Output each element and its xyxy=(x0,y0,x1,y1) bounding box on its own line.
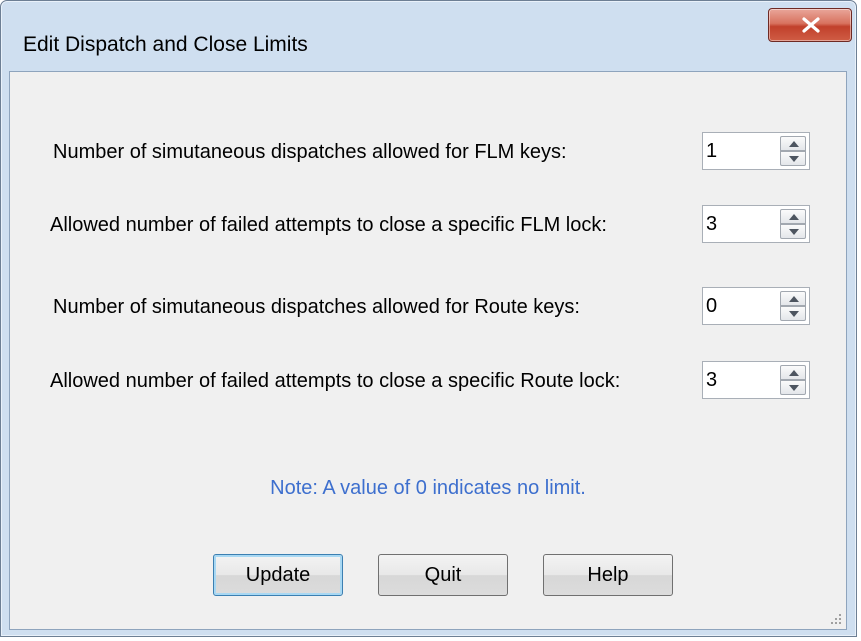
field-row-flm-dispatches: Number of simutaneous dispatches allowed… xyxy=(10,132,846,170)
arrow-up-icon xyxy=(789,370,799,376)
flm-dispatches-decrement-button[interactable] xyxy=(780,151,806,166)
route-dispatches-decrement-button[interactable] xyxy=(780,306,806,321)
route-dispatches-stepper[interactable] xyxy=(702,287,810,325)
arrow-down-icon xyxy=(789,229,799,235)
route-dispatches-input[interactable] xyxy=(706,294,766,318)
dialog-window: Edit Dispatch and Close Limits Number of… xyxy=(0,0,857,637)
flm-dispatches-input[interactable] xyxy=(706,139,766,163)
route-close-attempts-stepper[interactable] xyxy=(702,361,810,399)
route-dispatches-spin-buttons xyxy=(780,291,806,321)
dialog-content: Number of simutaneous dispatches allowed… xyxy=(9,71,847,630)
flm-close-attempts-input[interactable] xyxy=(706,212,766,236)
arrow-down-icon xyxy=(789,385,799,391)
arrow-up-icon xyxy=(789,214,799,220)
flm-close-attempts-spin-buttons xyxy=(780,209,806,239)
arrow-up-icon xyxy=(789,296,799,302)
flm-close-attempts-increment-button[interactable] xyxy=(780,209,806,224)
route-close-attempts-spin-buttons xyxy=(780,365,806,395)
close-icon xyxy=(802,17,820,33)
arrow-down-icon xyxy=(789,311,799,317)
update-button[interactable]: Update xyxy=(213,554,343,596)
flm-close-attempts-label: Allowed number of failed attempts to clo… xyxy=(50,214,607,236)
flm-close-attempts-stepper[interactable] xyxy=(702,205,810,243)
arrow-up-icon xyxy=(789,141,799,147)
field-row-flm-close-attempts: Allowed number of failed attempts to clo… xyxy=(10,205,846,243)
flm-dispatches-stepper[interactable] xyxy=(702,132,810,170)
close-button[interactable] xyxy=(768,8,852,42)
route-close-attempts-increment-button[interactable] xyxy=(780,365,806,380)
arrow-down-icon xyxy=(789,156,799,162)
help-button[interactable]: Help xyxy=(543,554,673,596)
window-title: Edit Dispatch and Close Limits xyxy=(23,33,308,56)
note-text: Note: A value of 0 indicates no limit. xyxy=(270,477,586,499)
resize-grip-icon[interactable] xyxy=(829,612,843,626)
route-dispatches-increment-button[interactable] xyxy=(780,291,806,306)
flm-close-attempts-decrement-button[interactable] xyxy=(780,224,806,239)
title-bar[interactable]: Edit Dispatch and Close Limits xyxy=(1,1,856,71)
field-row-route-close-attempts: Allowed number of failed attempts to clo… xyxy=(10,361,846,399)
route-close-attempts-decrement-button[interactable] xyxy=(780,380,806,395)
route-close-attempts-label: Allowed number of failed attempts to clo… xyxy=(50,370,621,392)
flm-dispatches-label: Number of simutaneous dispatches allowed… xyxy=(53,141,567,163)
field-row-route-dispatches: Number of simutaneous dispatches allowed… xyxy=(10,287,846,325)
route-dispatches-label: Number of simutaneous dispatches allowed… xyxy=(53,296,580,318)
flm-dispatches-spin-buttons xyxy=(780,136,806,166)
flm-dispatches-increment-button[interactable] xyxy=(780,136,806,151)
quit-button[interactable]: Quit xyxy=(378,554,508,596)
route-close-attempts-input[interactable] xyxy=(706,368,766,392)
